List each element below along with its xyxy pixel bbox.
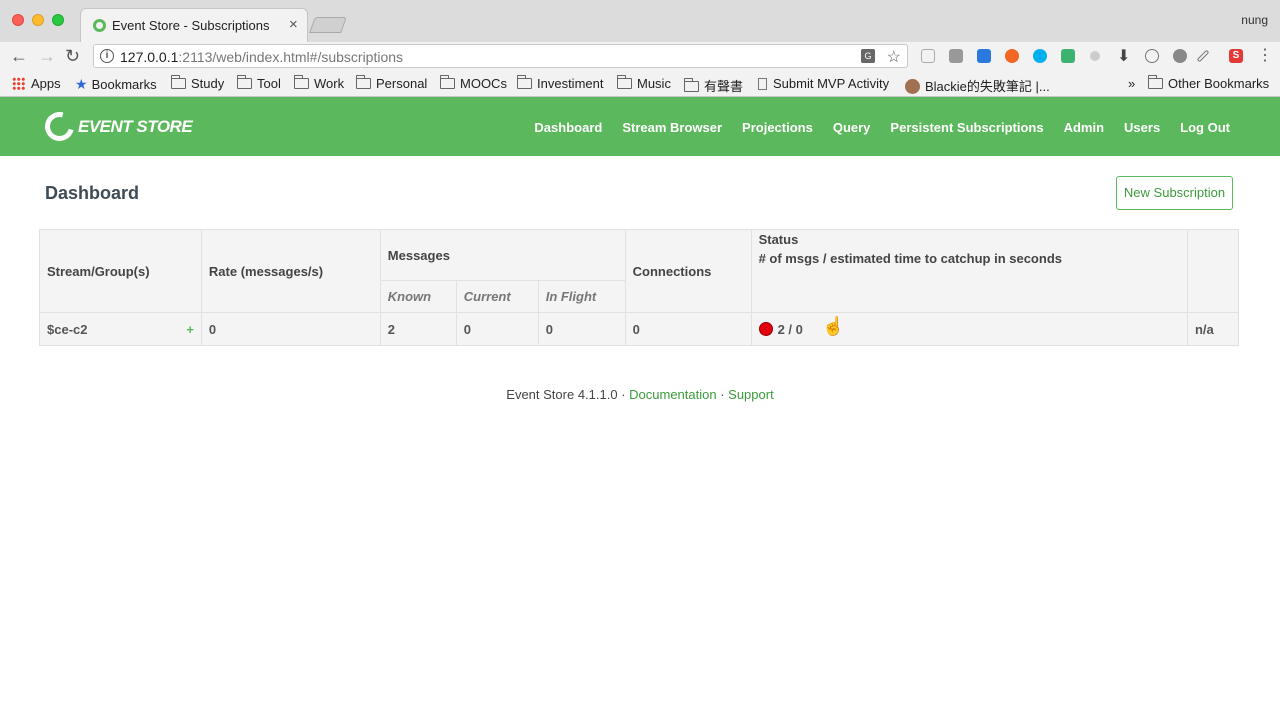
bookmark-other[interactable]: Other Bookmarks [1148,75,1269,91]
folder-icon [171,75,186,89]
page-icon [758,78,767,90]
nav-dashboard[interactable]: Dashboard [534,120,602,135]
header-current: Current [455,280,539,313]
reload-icon[interactable]: ↻ [65,46,80,66]
folder-icon [517,75,532,89]
header-connections: Connections [624,229,752,313]
cell-status: 2 / 0 [750,312,1188,346]
cell-stream[interactable]: $ce-c2 + [39,312,202,346]
eyedropper-extension-icon[interactable] [1196,49,1210,63]
orange-extension-icon[interactable] [1005,49,1019,63]
folder-icon [294,75,309,89]
s-extension-icon[interactable]: S [1229,49,1243,63]
bookmark-submit-mvp[interactable]: Submit MVP Activity [758,76,889,91]
bookmark-personal[interactable]: Personal [356,75,427,91]
bookmark-moocs[interactable]: MOOCs [440,75,507,91]
page-title: Dashboard [45,183,140,203]
bookmark-star-icon[interactable]: ☆ [887,47,901,67]
cell-known: 2 [379,312,457,346]
new-tab-button[interactable] [309,17,347,33]
window-minimize-button[interactable] [32,14,44,26]
forward-arrow-icon[interactable]: → [38,46,56,66]
line-extension-icon[interactable] [1173,49,1187,63]
cell-connections: 0 [624,312,752,346]
nav-stream-browser[interactable]: Stream Browser [622,120,722,135]
info-icon[interactable]: i [100,49,114,63]
header-in-flight: In Flight [537,280,626,313]
new-subscription-button[interactable]: New Subscription [1116,176,1233,210]
footer: Event Store 4.1.1.0 · Documentation · Su… [506,387,774,402]
nav-persistent-subscriptions[interactable]: Persistent Subscriptions [890,120,1043,135]
header-empty [1186,229,1240,313]
nav-query[interactable]: Query [833,120,871,135]
window-close-button[interactable] [12,14,24,26]
bookmark-work[interactable]: Work [294,75,344,91]
main-nav: Dashboard Stream Browser Projections Que… [534,120,1230,135]
bookmark-music[interactable]: Music [617,75,671,91]
nav-log-out[interactable]: Log Out [1180,120,1230,135]
folder-icon [684,78,699,92]
bookmark-tool[interactable]: Tool [237,75,281,91]
status-red-dot-icon [758,321,773,336]
bookmark-audiobooks[interactable]: 有聲書 [684,76,743,95]
copy-extension-icon[interactable] [921,49,935,63]
download-extension-icon[interactable]: ⬇ [1117,46,1131,65]
bookmark-apps[interactable]: Apps [12,76,61,91]
green-extension-icon[interactable] [1061,49,1075,63]
header-rate: Rate (messages/s) [200,229,381,313]
folder-icon [440,75,455,89]
hand-cursor-icon: ☝ [822,316,845,336]
event-store-favicon-icon [93,19,106,32]
pocket-extension-icon[interactable] [977,49,991,63]
tab-close-icon[interactable]: × [289,16,298,33]
nav-users[interactable]: Users [1124,120,1160,135]
header-known: Known [379,280,457,313]
browser-tab[interactable]: Event Store - Subscriptions × [80,8,308,42]
browser-tab-bar: Event Store - Subscriptions × nung [0,0,1280,42]
cell-extra: n/a [1186,312,1240,346]
bookmark-blackie[interactable]: Blackie的失敗筆記 |... [905,76,1050,95]
window-maximize-button[interactable] [52,14,64,26]
header-status: Status # of msgs / estimated time to cat… [750,229,1188,313]
footer-version: Event Store 4.1.1.0 [506,387,618,402]
skype-extension-icon[interactable] [1033,49,1047,63]
bookmark-bookmarks[interactable]: ★ Bookmarks [75,76,157,93]
menu-dots-icon[interactable]: ⋮ [1257,45,1273,64]
translate-icon[interactable]: G [861,49,875,63]
bookmarks-overflow-button[interactable]: » [1128,76,1135,91]
folder-icon [356,75,371,89]
documentation-link[interactable]: Documentation [629,387,716,402]
header-messages: Messages [379,229,626,281]
avatar-icon [905,79,920,94]
profile-name[interactable]: nung [1241,13,1268,27]
address-bar[interactable]: i 127.0.0.1:2113/web/index.html#/subscri… [93,44,908,68]
header-stream: Stream/Group(s) [39,229,202,313]
bookmark-investiment[interactable]: Investiment [517,75,603,91]
star-icon: ★ [75,76,88,92]
url-text[interactable]: 127.0.0.1:2113/web/index.html#/subscript… [120,49,403,65]
cell-rate: 0 [200,312,381,346]
nav-admin[interactable]: Admin [1064,120,1104,135]
timer-extension-icon[interactable] [1145,49,1159,63]
folder-icon [237,75,252,89]
cell-current: 0 [455,312,539,346]
folder-icon [1148,75,1163,89]
nav-projections[interactable]: Projections [742,120,813,135]
logo-ring-icon [39,106,80,147]
bookmark-study[interactable]: Study [171,75,224,91]
subscriptions-table: Stream/Group(s) Rate (messages/s) Messag… [39,229,1240,346]
support-link[interactable]: Support [728,387,774,402]
cell-in-flight: 0 [537,312,626,346]
trello-extension-icon[interactable] [949,49,963,63]
folder-icon [617,75,632,89]
table-row: $ce-c2 + 0 2 0 0 0 2 / 0 n/a [39,312,1240,346]
tab-title: Event Store - Subscriptions [112,18,270,33]
back-arrow-icon[interactable]: ← [10,46,28,66]
grey-dot-extension-icon[interactable] [1090,51,1100,61]
app-navbar: EVENT STORE Dashboard Stream Browser Pro… [0,97,1280,156]
browser-toolbar: ← → ↻ i 127.0.0.1:2113/web/index.html#/s… [0,42,1280,71]
apps-icon [12,77,25,90]
expand-plus-icon[interactable]: + [186,322,194,337]
bookmarks-bar: Apps ★ Bookmarks Study Tool Work Personal… [0,71,1280,97]
